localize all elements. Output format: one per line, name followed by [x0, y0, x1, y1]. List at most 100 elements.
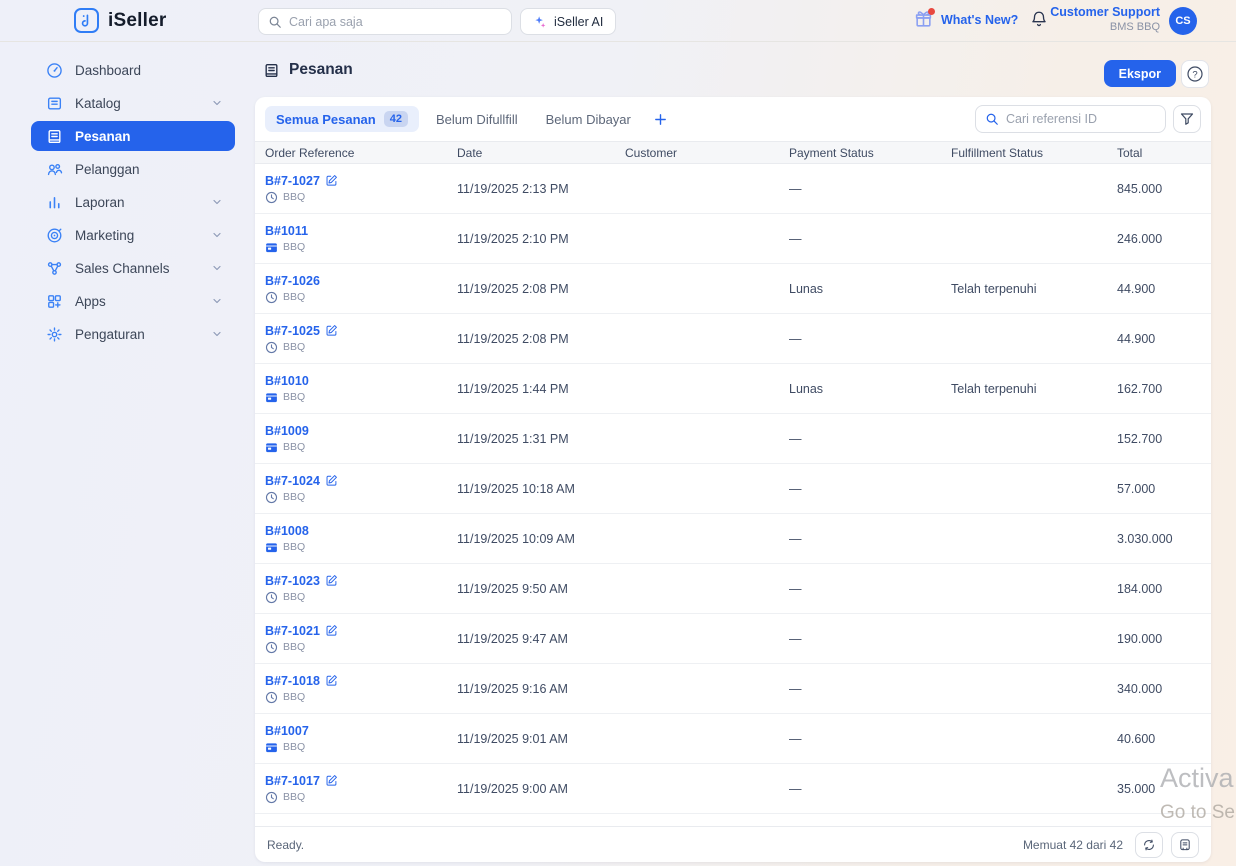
help-button[interactable]: ? — [1181, 60, 1209, 88]
avatar[interactable]: CS — [1169, 7, 1197, 35]
pos-channel-icon — [265, 541, 278, 554]
global-search-input[interactable] — [289, 14, 502, 29]
order-reference-link[interactable]: B#7-1018 — [265, 674, 320, 688]
fulfillment-status-cell: Telah terpenuhi — [951, 381, 1037, 396]
table-row[interactable]: B#7-1023 BBQ 11/19/2025 9:50 AM — 184.000 — [255, 564, 1211, 614]
order-reference-link[interactable]: B#7-1017 — [265, 774, 320, 788]
payment-status-cell: — — [789, 431, 802, 446]
iseller-logo-icon — [74, 8, 99, 33]
order-reference-link[interactable]: B#7-1023 — [265, 574, 320, 588]
table-row[interactable]: B#1009 BBQ 11/19/2025 1:31 PM — 152.700 — [255, 414, 1211, 464]
table-row[interactable]: B#7-1026 BBQ 11/19/2025 2:08 PM Lunas Telah … — [255, 264, 1211, 314]
status-text: Ready. — [267, 837, 305, 852]
edit-icon[interactable] — [325, 674, 338, 687]
whats-new-button[interactable]: What's New? — [914, 8, 1018, 29]
table-row[interactable]: B#7-1025 BBQ 11/19/2025 2:08 PM — 44.900 — [255, 314, 1211, 364]
edit-icon[interactable] — [325, 324, 338, 337]
order-reference-link[interactable]: B#7-1027 — [265, 174, 320, 188]
sidebar-item-dashboard[interactable]: Dashboard — [31, 55, 235, 85]
sidebar-item-pesanan[interactable]: Pesanan — [31, 121, 235, 151]
tab-belum-dibayar[interactable]: Belum Dibayar — [535, 106, 642, 132]
pos-channel-icon — [265, 441, 278, 454]
table-footer: Ready. Memuat 42 dari 42 — [255, 826, 1211, 862]
column-header: Fulfillment Status — [951, 145, 1044, 160]
order-reference-cell: B#7-1018 BBQ — [265, 674, 457, 704]
date-cell: 11/19/2025 2:08 PM — [457, 281, 569, 296]
iseller-ai-button[interactable]: iSeller AI — [520, 8, 617, 35]
brand-logo[interactable]: iSeller — [74, 8, 166, 33]
table-row[interactable]: B#1008 BBQ 11/19/2025 10:09 AM — 3.030.000 — [255, 514, 1211, 564]
order-reference-link[interactable]: B#1007 — [265, 724, 309, 738]
table-row[interactable]: B#7-1024 BBQ 11/19/2025 10:18 AM — 57.000 — [255, 464, 1211, 514]
add-tab-button[interactable] — [648, 106, 674, 132]
date-cell: 11/19/2025 2:10 PM — [457, 231, 569, 246]
edit-icon[interactable] — [325, 474, 338, 487]
sidebar-item-pelanggan[interactable]: Pelanggan — [31, 154, 235, 184]
total-cell: 184.000 — [1117, 581, 1163, 596]
sidebar-item-laporan[interactable]: Laporan — [31, 187, 235, 217]
order-reference-link[interactable]: B#1009 — [265, 424, 309, 438]
payment-status-cell: — — [789, 231, 802, 246]
order-reference-link[interactable]: B#1008 — [265, 524, 309, 538]
table-header: Order Reference Date Customer Payment Statu… — [255, 141, 1211, 164]
date-cell: 11/19/2025 9:00 AM — [457, 781, 568, 796]
table-row[interactable]: B#7-1027 BBQ 11/19/2025 2:13 PM — 845.000 — [255, 164, 1211, 214]
refresh-button[interactable] — [1135, 831, 1163, 858]
order-reference-link[interactable]: B#1010 — [265, 374, 309, 388]
receipt-view-button[interactable] — [1171, 831, 1199, 858]
sidebar-item-label: Pelanggan — [75, 161, 140, 177]
date-cell: 11/19/2025 9:16 AM — [457, 681, 568, 696]
table-row[interactable]: B#1010 BBQ 11/19/2025 1:44 PM Lunas Telah te… — [255, 364, 1211, 414]
table-row[interactable]: B#1007 BBQ 11/19/2025 9:01 AM — 40.600 — [255, 714, 1211, 764]
table-row[interactable]: B#1011 BBQ 11/19/2025 2:10 PM — 246.000 — [255, 214, 1211, 264]
tab-semua-pesanan[interactable]: Semua Pesanan 42 — [265, 106, 419, 132]
table-search-input[interactable] — [1006, 112, 1156, 126]
table-search[interactable] — [975, 105, 1166, 133]
total-cell: 44.900 — [1117, 331, 1156, 346]
sidebar-item-katalog[interactable]: Katalog — [31, 88, 235, 118]
total-cell: 845.000 — [1117, 181, 1163, 196]
tab-label: Semua Pesanan — [276, 111, 376, 127]
receipt-icon — [46, 128, 63, 145]
book-icon — [46, 95, 63, 112]
sidebar-item-apps[interactable]: Apps — [31, 286, 235, 316]
payment-status-cell: — — [789, 481, 802, 496]
date-cell: 11/19/2025 10:18 AM — [457, 481, 575, 496]
sidebar-item-sales-channels[interactable]: Sales Channels — [31, 253, 235, 283]
edit-icon[interactable] — [325, 774, 338, 787]
order-reference-link[interactable]: B#1011 — [265, 224, 308, 238]
table-row[interactable]: B#7-1018 BBQ 11/19/2025 9:16 AM — 340.000 — [255, 664, 1211, 714]
total-cell: 57.000 — [1117, 481, 1156, 496]
filter-button[interactable] — [1173, 105, 1201, 133]
total-cell: 35.000 — [1117, 781, 1156, 796]
export-button[interactable]: Ekspor — [1103, 60, 1176, 87]
channel-label: BBQ — [283, 541, 306, 553]
orders-card: Semua Pesanan 42 Belum Difullfill Belum Dib… — [255, 97, 1211, 862]
tabbar: Semua Pesanan 42 Belum Difullfill Belum Dib… — [255, 97, 1211, 141]
global-search[interactable] — [258, 8, 512, 35]
page-title-text: Pesanan — [289, 61, 353, 78]
sidebar-item-pengaturan[interactable]: Pengaturan — [31, 319, 235, 349]
order-reference-link[interactable]: B#7-1026 — [265, 274, 320, 288]
order-reference-link[interactable]: B#7-1021 — [265, 624, 320, 638]
account-menu[interactable]: Customer Support BMS BBQ — [1050, 5, 1160, 33]
edit-icon[interactable] — [325, 574, 338, 587]
edit-icon[interactable] — [325, 174, 338, 187]
chevron-down-icon — [211, 196, 223, 208]
order-reference-link[interactable]: B#7-1024 — [265, 474, 320, 488]
table-body: B#7-1027 BBQ 11/19/2025 2:13 PM — 845.000 B#1… — [255, 164, 1211, 814]
sidebar-item-marketing[interactable]: Marketing — [31, 220, 235, 250]
sidebar-item-label: Dashboard — [75, 62, 142, 78]
notifications-bell-icon[interactable] — [1030, 10, 1048, 28]
tab-belum-difullfill[interactable]: Belum Difullfill — [425, 106, 529, 132]
table-row[interactable]: B#7-1017 BBQ 11/19/2025 9:00 AM — 35.000 — [255, 764, 1211, 814]
order-reference-cell: B#1008 BBQ — [265, 524, 457, 554]
column-header: Order Reference — [265, 145, 355, 160]
channel-label: BBQ — [283, 441, 306, 453]
draft-order-icon — [265, 491, 278, 504]
edit-icon[interactable] — [325, 624, 338, 637]
sidebar-item-label: Marketing — [75, 227, 135, 243]
order-reference-link[interactable]: B#7-1025 — [265, 324, 320, 338]
channel-label: BBQ — [283, 341, 306, 353]
table-row[interactable]: B#7-1021 BBQ 11/19/2025 9:47 AM — 190.000 — [255, 614, 1211, 664]
